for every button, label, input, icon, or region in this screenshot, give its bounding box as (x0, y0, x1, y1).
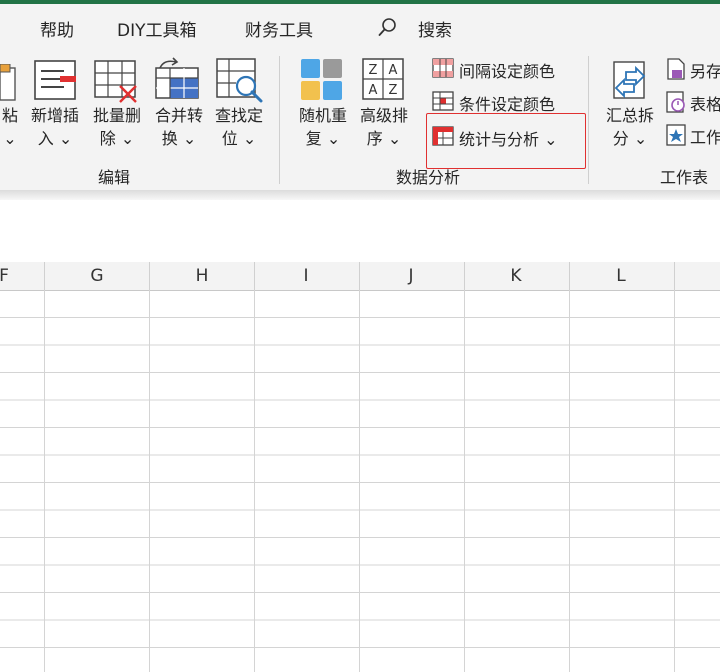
merge-convert-label-1: 合并转 (154, 106, 203, 125)
find-locate-label-1: 查找定 (214, 106, 263, 125)
menu-finance-tools[interactable]: 财务工具 (245, 16, 313, 41)
worksheet-icon[interactable] (666, 124, 686, 146)
merge-convert-icon[interactable] (154, 56, 200, 102)
search-icon[interactable] (377, 16, 399, 38)
insert-label-2: 入 ⌄ (37, 129, 73, 148)
insert-button[interactable]: 新增插 入 ⌄ (24, 104, 86, 150)
condition-color-button[interactable]: 条件设定颜色 (459, 91, 555, 115)
interval-color-icon[interactable] (432, 58, 454, 78)
column-divider[interactable] (149, 262, 150, 290)
paste-icon[interactable] (0, 64, 18, 102)
menu-bar: 帮助 DIY工具箱 财务工具 搜索 (0, 4, 720, 46)
advanced-sort-button[interactable]: 高级排 序 ⌄ (353, 104, 415, 150)
random-repeat-icon[interactable] (300, 58, 344, 102)
advanced-sort-icon[interactable]: Z A A Z (362, 58, 406, 102)
table-button[interactable]: 表格 (690, 91, 720, 115)
svg-text:A: A (389, 63, 398, 78)
menu-diy-toolbox[interactable]: DIY工具箱 (117, 16, 197, 41)
table-icon[interactable] (666, 91, 686, 113)
random-repeat-button[interactable]: 随机重 复 ⌄ (292, 104, 354, 150)
merge-convert-label-2: 换 ⌄ (161, 129, 197, 148)
advanced-sort-label-1: 高级排 (359, 106, 408, 125)
column-divider[interactable] (44, 262, 45, 290)
random-repeat-label-1: 随机重 (298, 106, 347, 125)
svg-text:A: A (369, 83, 378, 98)
paste-button[interactable]: 粘 ⌄ (0, 104, 20, 150)
batch-delete-label-1: 批量删 (92, 106, 141, 125)
column-header-k[interactable]: K (496, 266, 536, 286)
save-as-button[interactable]: 另存 (690, 58, 720, 82)
column-divider[interactable] (674, 262, 675, 290)
paste-label-2: ⌄ (3, 129, 17, 148)
insert-icon[interactable] (34, 60, 78, 102)
summary-split-button[interactable]: 汇总拆 分 ⌄ (599, 104, 661, 150)
column-header-bar: F G H I J K L M (0, 262, 720, 291)
group-label-edit: 编辑 (98, 168, 131, 187)
column-divider[interactable] (464, 262, 465, 290)
column-header-h[interactable]: H (182, 266, 222, 286)
ribbon-shadow (0, 190, 720, 200)
column-header-g[interactable]: G (77, 266, 117, 286)
menu-help[interactable]: 帮助 (40, 16, 74, 41)
column-header-l[interactable]: L (601, 266, 641, 286)
group-label-worksheet: 工作表 (660, 168, 709, 187)
find-locate-button[interactable]: 查找定 位 ⌄ (208, 104, 270, 150)
menu-search[interactable]: 搜索 (418, 16, 452, 41)
svg-text:Z: Z (389, 83, 398, 98)
random-repeat-label-2: 复 ⌄ (305, 129, 341, 148)
summary-split-icon[interactable] (608, 58, 652, 102)
svg-text:Z: Z (369, 63, 378, 78)
advanced-sort-label-2: 序 ⌄ (366, 129, 402, 148)
merge-convert-button[interactable]: 合并转 换 ⌄ (148, 104, 210, 150)
ribbon-separator (588, 56, 589, 184)
save-as-icon[interactable] (666, 58, 686, 80)
column-divider[interactable] (254, 262, 255, 290)
formula-bar[interactable] (0, 200, 720, 248)
paste-label-1: 粘 (1, 106, 18, 125)
summary-split-label-1: 汇总拆 (605, 106, 654, 125)
worksheet-button[interactable]: 工作 (690, 124, 720, 148)
column-header-f[interactable]: F (0, 266, 24, 286)
group-label-data-analysis: 数据分析 (396, 168, 461, 187)
cell-grid[interactable] (0, 290, 720, 672)
batch-delete-button[interactable]: 批量删 除 ⌄ (86, 104, 148, 150)
summary-split-label-2: 分 ⌄ (612, 129, 648, 148)
column-header-j[interactable]: J (391, 266, 431, 286)
column-header-i[interactable]: I (286, 266, 326, 286)
insert-label-1: 新增插 (30, 106, 79, 125)
highlight-box (426, 113, 586, 169)
batch-delete-label-2: 除 ⌄ (99, 129, 135, 148)
batch-delete-icon[interactable] (94, 60, 140, 104)
column-divider[interactable] (569, 262, 570, 290)
find-locate-icon[interactable] (216, 58, 264, 104)
column-divider[interactable] (359, 262, 360, 290)
condition-color-icon[interactable] (432, 91, 454, 111)
interval-color-button[interactable]: 间隔设定颜色 (459, 58, 555, 82)
find-locate-label-2: 位 ⌄ (221, 129, 257, 148)
ribbon-separator (279, 56, 280, 184)
column-header-m[interactable]: M (706, 266, 720, 286)
